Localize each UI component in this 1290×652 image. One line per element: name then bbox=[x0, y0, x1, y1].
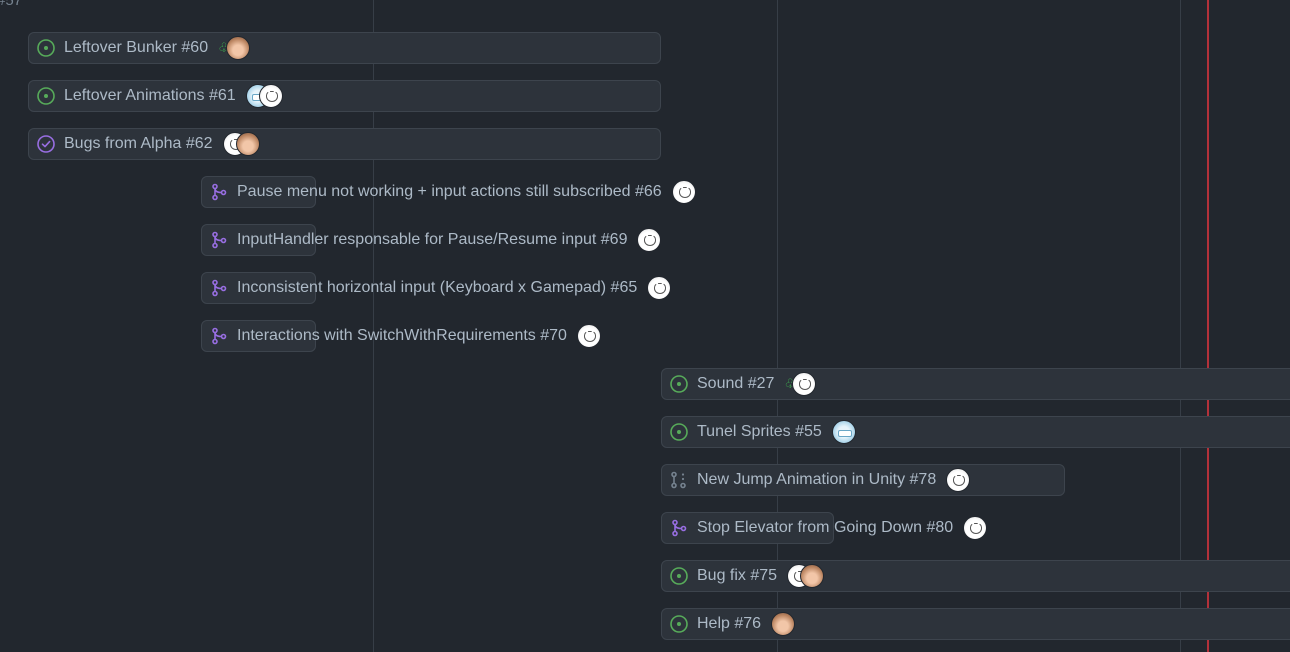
issue-open-icon bbox=[669, 374, 689, 394]
avatar bbox=[576, 324, 601, 348]
item-title[interactable]: Leftover Bunker #60 bbox=[64, 39, 208, 57]
roadmap-item[interactable]: Inconsistent horizontal input (Keyboard … bbox=[201, 272, 672, 304]
avatar bbox=[258, 84, 283, 108]
assignees bbox=[245, 84, 283, 108]
today-marker bbox=[1207, 0, 1209, 652]
grid-line bbox=[1180, 0, 1181, 652]
assignees bbox=[671, 180, 696, 204]
pr-merged-icon bbox=[669, 518, 689, 538]
avatar bbox=[637, 228, 662, 252]
roadmap-item[interactable]: Leftover Bunker #60 ♧ bbox=[28, 32, 250, 64]
item-title[interactable]: Pause menu not working + input actions s… bbox=[237, 183, 662, 201]
assignees bbox=[222, 132, 260, 156]
pr-draft-icon bbox=[669, 470, 689, 490]
avatar bbox=[771, 612, 796, 636]
issue-open-icon bbox=[36, 86, 56, 106]
roadmap-item[interactable]: Stop Elevator from Going Down #80 bbox=[661, 512, 988, 544]
avatar bbox=[792, 372, 817, 396]
item-title[interactable]: Interactions with SwitchWithRequirements… bbox=[237, 327, 567, 345]
assignees bbox=[787, 564, 825, 588]
assignees bbox=[831, 420, 856, 444]
issue-open-icon bbox=[669, 422, 689, 442]
avatar bbox=[946, 468, 971, 492]
avatar bbox=[671, 180, 696, 204]
item-title[interactable]: Inconsistent horizontal input (Keyboard … bbox=[237, 279, 637, 297]
roadmap-item[interactable]: Pause menu not working + input actions s… bbox=[201, 176, 696, 208]
item-title[interactable]: New Jump Animation in Unity #78 bbox=[697, 471, 936, 489]
item-title[interactable]: Bugs from Alpha #62 bbox=[64, 135, 213, 153]
issue-closed-icon bbox=[36, 134, 56, 154]
item-title[interactable]: InputHandler responsable for Pause/Resum… bbox=[237, 231, 627, 249]
grid-line bbox=[777, 0, 778, 652]
item-title[interactable]: Bug fix #75 bbox=[697, 567, 777, 585]
assignees: ♧ bbox=[784, 372, 817, 396]
partial-item-label: #57 bbox=[0, 0, 23, 9]
assignees bbox=[576, 324, 601, 348]
roadmap-item[interactable]: Interactions with SwitchWithRequirements… bbox=[201, 320, 601, 352]
roadmap-item[interactable]: Help #76 bbox=[661, 608, 796, 640]
item-title[interactable]: Stop Elevator from Going Down #80 bbox=[697, 519, 953, 537]
roadmap-item[interactable]: Sound #27 ♧ bbox=[661, 368, 817, 400]
avatar bbox=[647, 276, 672, 300]
roadmap-item[interactable]: Tunel Sprites #55 bbox=[661, 416, 856, 448]
assignees bbox=[946, 468, 971, 492]
issue-open-icon bbox=[669, 614, 689, 634]
pr-merged-icon bbox=[209, 326, 229, 346]
item-title[interactable]: Help #76 bbox=[697, 615, 761, 633]
issue-open-icon bbox=[669, 566, 689, 586]
issue-open-icon bbox=[36, 38, 56, 58]
avatar bbox=[235, 132, 260, 156]
assignees: ♧ bbox=[218, 36, 250, 60]
assignees bbox=[771, 612, 796, 636]
roadmap-item[interactable]: Bugs from Alpha #62 bbox=[28, 128, 260, 160]
roadmap-item[interactable]: InputHandler responsable for Pause/Resum… bbox=[201, 224, 662, 256]
assignees bbox=[637, 228, 662, 252]
pr-merged-icon bbox=[209, 230, 229, 250]
item-title[interactable]: Sound #27 bbox=[697, 375, 774, 393]
pr-merged-icon bbox=[209, 182, 229, 202]
roadmap-item[interactable]: New Jump Animation in Unity #78 bbox=[661, 464, 971, 496]
avatar bbox=[831, 420, 856, 444]
assignees bbox=[963, 516, 988, 540]
item-title[interactable]: Tunel Sprites #55 bbox=[697, 423, 822, 441]
pr-merged-icon bbox=[209, 278, 229, 298]
avatar bbox=[963, 516, 988, 540]
roadmap-item[interactable]: Leftover Animations #61 bbox=[28, 80, 283, 112]
avatar bbox=[225, 36, 250, 60]
assignees bbox=[647, 276, 672, 300]
roadmap-item[interactable]: Bug fix #75 bbox=[661, 560, 825, 592]
avatar bbox=[800, 564, 825, 588]
item-title[interactable]: Leftover Animations #61 bbox=[64, 87, 236, 105]
